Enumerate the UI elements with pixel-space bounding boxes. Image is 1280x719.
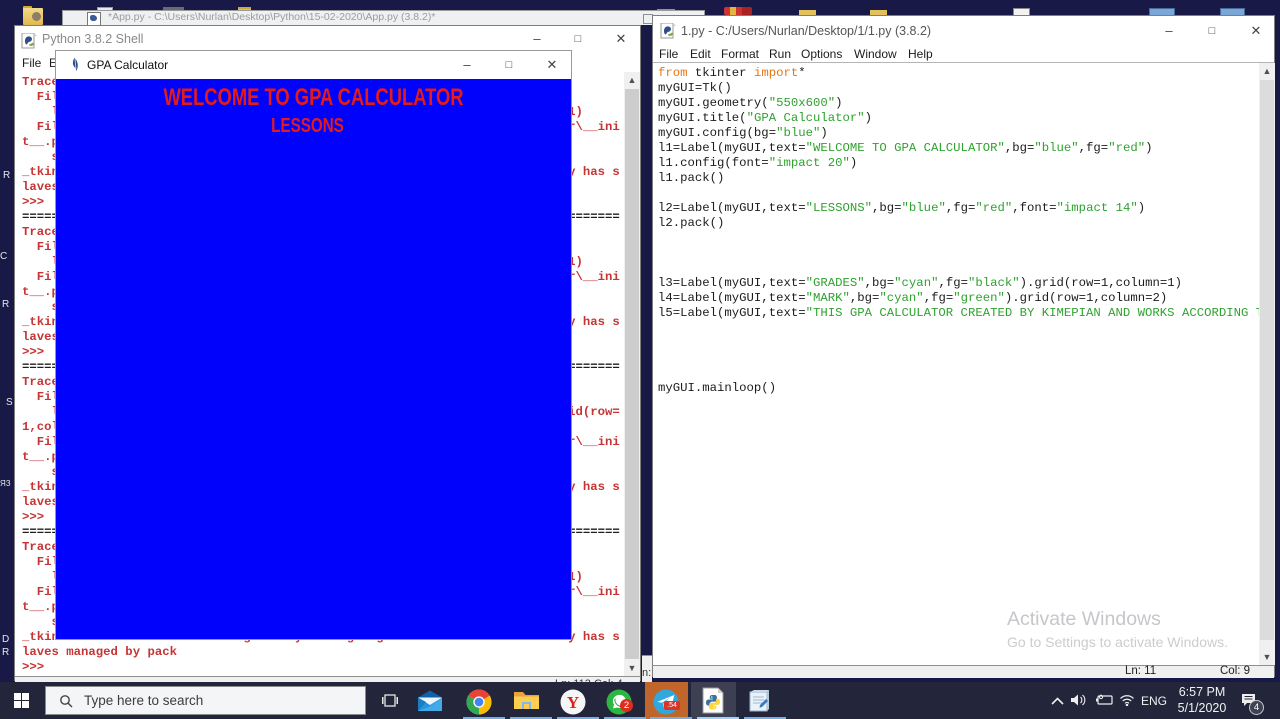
svg-text:Y: Y: [567, 693, 579, 712]
